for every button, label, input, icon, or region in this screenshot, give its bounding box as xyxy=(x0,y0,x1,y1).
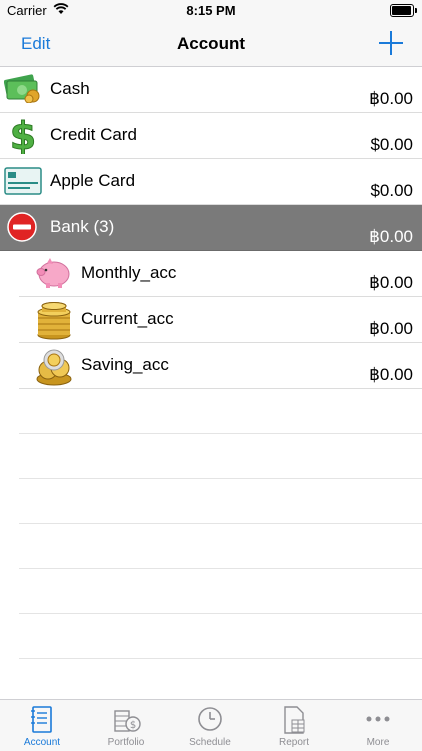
tab-portfolio[interactable]: $ Portfolio xyxy=(84,700,168,751)
account-amount: ฿0.00 xyxy=(369,273,413,292)
account-label: Apple Card xyxy=(50,171,136,190)
account-amount: ฿0.00 xyxy=(369,365,413,384)
account-row-credit-card[interactable]: $ Credit Card $0.00 xyxy=(0,113,422,159)
tab-more[interactable]: More xyxy=(336,700,420,751)
more-icon xyxy=(366,716,390,722)
tab-label: Schedule xyxy=(189,737,231,748)
empty-row xyxy=(19,434,422,479)
account-label: Saving_acc xyxy=(81,355,169,374)
account-row-apple-card[interactable]: Apple Card $0.00 xyxy=(0,159,422,205)
tab-label: More xyxy=(366,737,390,748)
tab-label: Portfolio xyxy=(107,737,145,748)
empty-row xyxy=(19,524,422,569)
portfolio-icon: $ xyxy=(114,710,141,732)
tab-label: Account xyxy=(23,737,61,748)
tab-label: Report xyxy=(278,737,309,748)
account-row-current[interactable]: Current_acc ฿0.00 xyxy=(19,297,422,343)
tab-bar: Account $ Portfolio Schedule Report More xyxy=(0,699,422,751)
battery-icon xyxy=(390,4,417,17)
account-row-cash[interactable]: Cash ฿0.00 xyxy=(0,67,422,113)
piggy-bank-icon xyxy=(36,258,70,288)
plus-icon[interactable] xyxy=(378,30,404,56)
account-amount: $0.00 xyxy=(370,181,413,200)
dollar-icon: $ xyxy=(9,116,36,154)
coin-pile-icon xyxy=(36,349,72,386)
empty-row xyxy=(19,389,422,434)
cash-icon xyxy=(4,74,40,103)
status-time: 8:15 PM xyxy=(186,3,236,18)
empty-row xyxy=(19,479,422,524)
empty-row xyxy=(19,659,422,704)
account-label: Monthly_acc xyxy=(81,263,177,282)
report-icon xyxy=(284,706,305,734)
account-group-bank[interactable]: Bank (3) ฿0.00 xyxy=(0,205,422,251)
clock-icon xyxy=(198,707,222,731)
account-amount: $0.00 xyxy=(370,135,413,154)
account-label: Current_acc xyxy=(81,309,174,328)
account-amount: ฿0.00 xyxy=(369,89,413,108)
account-label: Credit Card xyxy=(50,125,137,144)
account-row-saving[interactable]: Saving_acc ฿0.00 xyxy=(19,343,422,389)
notebook-icon xyxy=(31,706,52,733)
status-bar: Carrier 8:15 PM xyxy=(0,0,422,22)
account-amount: ฿0.00 xyxy=(369,319,413,338)
navigation-bar: Edit Account xyxy=(0,22,422,67)
group-label: Bank (3) xyxy=(50,217,115,236)
coin-stack-icon xyxy=(37,302,71,340)
tab-report[interactable]: Report xyxy=(252,700,336,751)
credit-card-icon xyxy=(4,167,42,195)
tab-account[interactable]: Account xyxy=(0,700,84,751)
group-amount: ฿0.00 xyxy=(369,227,413,246)
svg-text:$: $ xyxy=(10,116,36,154)
minus-circle-icon[interactable] xyxy=(7,212,37,242)
account-row-monthly[interactable]: Monthly_acc ฿0.00 xyxy=(19,251,422,297)
page-title: Account xyxy=(177,34,245,53)
empty-row xyxy=(19,614,422,659)
tab-schedule[interactable]: Schedule xyxy=(168,700,252,751)
account-label: Cash xyxy=(50,79,90,98)
svg-text:$: $ xyxy=(130,720,136,731)
empty-row xyxy=(19,569,422,614)
account-list: Cash ฿0.00 $ Credit Card $0.00 Apple Car… xyxy=(0,67,422,704)
